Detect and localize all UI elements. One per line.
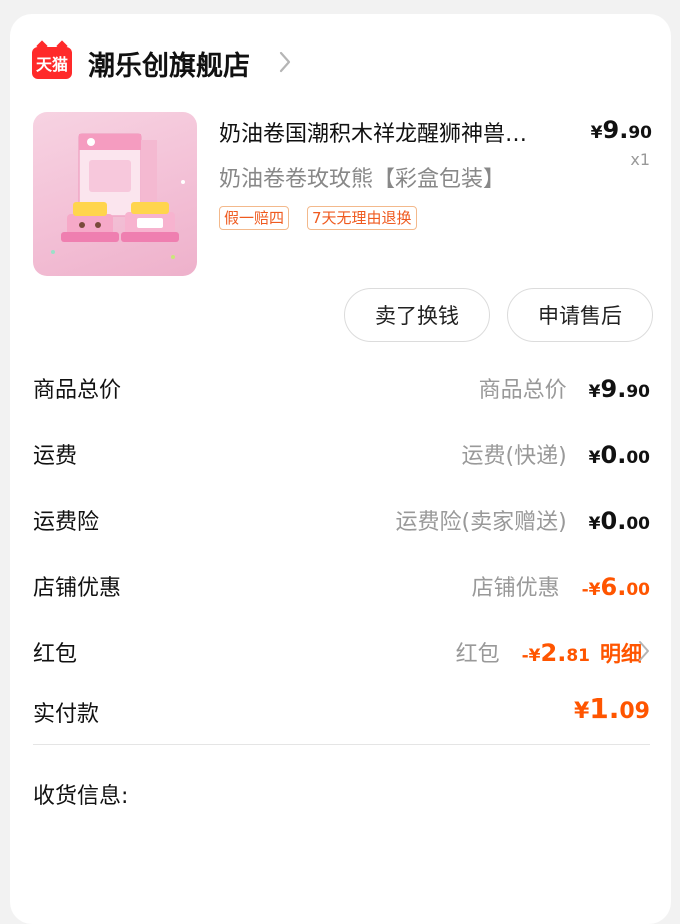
tag-seven-day-return: 7天无理由退换 bbox=[307, 206, 417, 230]
shipping-insurance-label: 运费险 bbox=[33, 510, 100, 535]
divider bbox=[33, 744, 650, 745]
tmall-logo: 天猫 bbox=[32, 47, 72, 79]
shop-discount-label: 店铺优惠 bbox=[33, 576, 122, 601]
shop-discount-sub: 店铺优惠 bbox=[471, 576, 560, 601]
tag-fake-compensation: 假一赔四 bbox=[219, 206, 290, 230]
shop-name[interactable]: 潮乐创旗舰店 bbox=[88, 44, 250, 83]
sell-button[interactable]: 卖了换钱 bbox=[344, 288, 490, 342]
shop-discount-row: 店铺优惠 -¥6.00 bbox=[472, 570, 650, 602]
goods-total-label: 商品总价 bbox=[33, 378, 122, 403]
shipping-insurance-sub: 运费险(卖家赠送) bbox=[395, 510, 567, 535]
paid-label: 实付款 bbox=[33, 702, 100, 727]
goods-total-row: 商品总价 ¥9.90 bbox=[479, 372, 650, 404]
shipping-amount: ¥0.00 bbox=[588, 441, 650, 469]
shipping-row: 运费(快递) ¥0.00 bbox=[461, 438, 650, 470]
chevron-right-icon[interactable] bbox=[278, 50, 292, 78]
shipping-sub: 运费(快递) bbox=[461, 444, 567, 469]
product-price: ¥9.90 bbox=[590, 116, 652, 144]
product-sku: 奶油卷卷玫玫熊【彩盒包装】 bbox=[219, 167, 506, 192]
product-title[interactable]: 奶油卷国潮积木祥龙醒狮神兽… bbox=[219, 116, 527, 148]
product-quantity: x1 bbox=[630, 150, 650, 169]
shipping-insurance-row: 运费险(卖家赠送) ¥0.00 bbox=[395, 504, 650, 536]
paid-row: ¥1.09 bbox=[574, 692, 650, 725]
red-packet-detail-link[interactable]: 明细 bbox=[600, 638, 642, 668]
aftersale-button[interactable]: 申请售后 bbox=[507, 288, 653, 342]
chevron-right-icon[interactable] bbox=[638, 640, 650, 666]
goods-total-amount: ¥9.90 bbox=[588, 375, 650, 403]
red-packet-row[interactable]: 红包 -¥2.81 明细 bbox=[456, 636, 642, 668]
shop-discount-amount: -¥6.00 bbox=[581, 573, 650, 601]
red-packet-label: 红包 bbox=[33, 642, 78, 667]
red-packet-amount: -¥2.81 bbox=[521, 639, 590, 667]
receiving-info-label: 收货信息: bbox=[33, 784, 129, 809]
goods-total-sub: 商品总价 bbox=[478, 378, 567, 403]
shipping-label: 运费 bbox=[33, 444, 78, 469]
paid-amount: ¥1.09 bbox=[573, 692, 650, 725]
product-image[interactable] bbox=[33, 112, 197, 276]
red-packet-sub: 红包 bbox=[455, 642, 500, 667]
shipping-insurance-amount: ¥0.00 bbox=[588, 507, 650, 535]
